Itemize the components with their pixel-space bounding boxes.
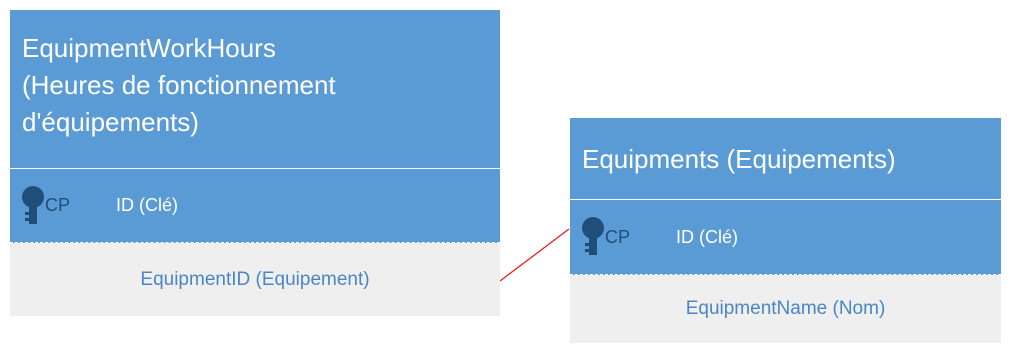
entity-header: Equipments (Equipements) xyxy=(570,118,1001,200)
key-icon xyxy=(22,185,44,226)
entity-title: Equipments (Equipements) xyxy=(582,144,896,174)
entity-equipments: Equipments (Equipements) CP ID (Clé) Equ… xyxy=(570,118,1001,343)
attribute-equipment-id: EquipmentID (Equipement) xyxy=(140,268,370,290)
entity-title-line-3: d'équipements) xyxy=(22,106,199,137)
primary-key-field: ID (Clé) xyxy=(676,226,739,247)
entity-title-line-2: (Heures de fonctionnement xyxy=(22,69,336,100)
attribute-row: EquipmentID (Equipement) xyxy=(10,243,500,316)
key-icon xyxy=(582,217,604,257)
foreign-key-connector xyxy=(499,228,570,282)
entity-title-line-1: EquipmentWorkHours xyxy=(22,33,276,63)
diagram-canvas: EquipmentWorkHours (Heures de fonctionne… xyxy=(0,0,1012,346)
attribute-row: EquipmentName (Nom) xyxy=(570,275,1001,343)
primary-key-label: CP xyxy=(605,226,631,247)
entity-equipment-work-hours: EquipmentWorkHours (Heures de fonctionne… xyxy=(10,10,500,316)
attribute-equipment-name: EquipmentName (Nom) xyxy=(685,298,886,319)
primary-key-label: CP xyxy=(45,195,71,215)
primary-key-field: ID (Clé) xyxy=(116,195,179,215)
primary-key-row: CP ID (Clé) xyxy=(570,200,1001,275)
entity-header: EquipmentWorkHours (Heures de fonctionne… xyxy=(10,10,500,169)
primary-key-row: CP ID (Clé) xyxy=(10,169,500,243)
